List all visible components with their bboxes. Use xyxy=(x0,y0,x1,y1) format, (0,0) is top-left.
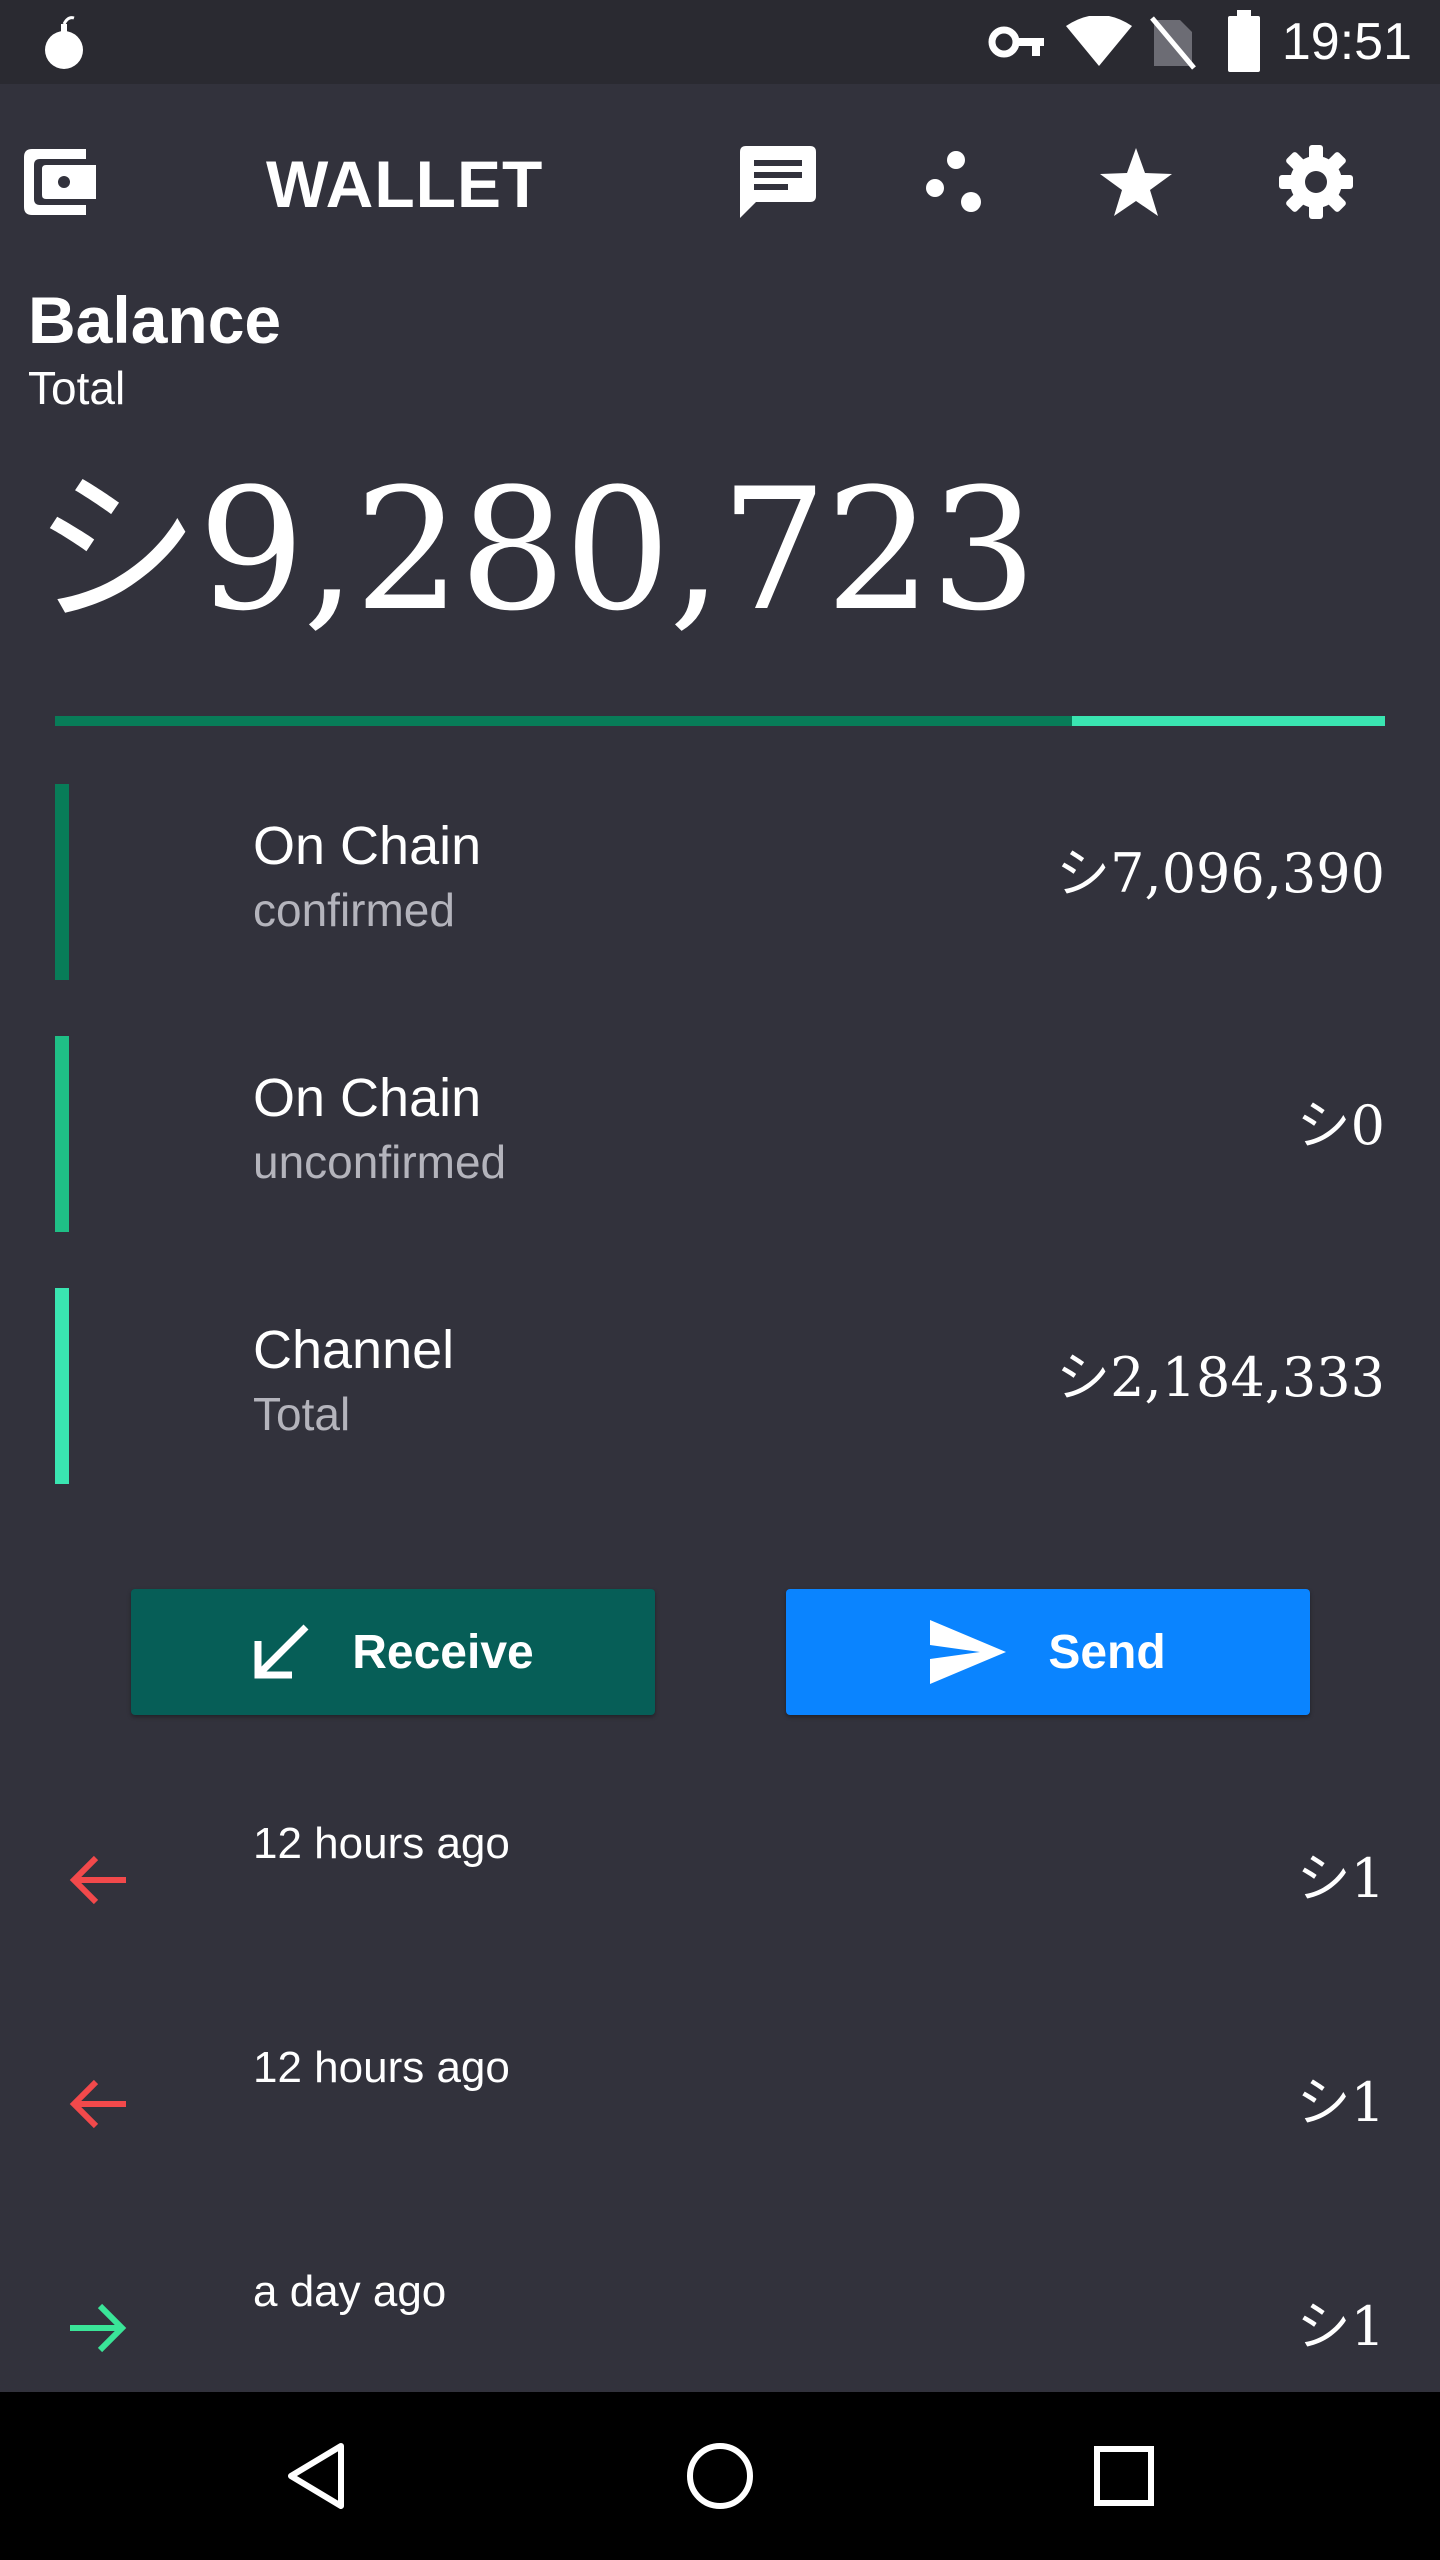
wallet-icon xyxy=(24,149,96,215)
send-label: Send xyxy=(1048,1625,1166,1679)
status-time: 19:51 xyxy=(1281,13,1412,71)
tx-direction-icon xyxy=(58,2064,138,2144)
breakdown-subtitle: Total xyxy=(253,1388,351,1440)
channels-button[interactable] xyxy=(896,122,1016,242)
transaction-row[interactable]: 12 hours ago シ1 xyxy=(0,2004,1440,2228)
star-icon xyxy=(1100,148,1172,216)
breakdown-color-bar xyxy=(55,1036,69,1232)
breakdown-value: シ0 xyxy=(1296,1094,1385,1157)
bomb-notification-icon xyxy=(45,16,83,69)
vpn-key-icon xyxy=(988,26,1044,58)
breakdown-color-bar xyxy=(55,1288,69,1484)
breakdown-subtitle: confirmed xyxy=(253,884,455,936)
breakdown-color-bar xyxy=(55,784,69,980)
breakdown-row-on-chain-unconfirmed: On Chain unconfirmed シ0 xyxy=(55,1036,1385,1232)
receive-button[interactable]: Receive xyxy=(131,1589,655,1715)
home-icon xyxy=(687,2443,753,2509)
arrow-left-icon xyxy=(69,2079,126,2129)
nav-home-button[interactable] xyxy=(660,2416,780,2536)
wifi-icon xyxy=(1066,16,1132,66)
breakdown-value: シ7,096,390 xyxy=(1056,842,1385,905)
breakdown-subtitle: unconfirmed xyxy=(253,1136,507,1188)
tx-time: 12 hours ago xyxy=(253,1819,510,1868)
arrow-left-icon xyxy=(69,1855,126,1905)
page-title: WALLET xyxy=(266,147,544,221)
tx-amount: シ1 xyxy=(1296,1847,1385,1910)
send-button[interactable]: Send xyxy=(786,1589,1310,1715)
chat-button[interactable] xyxy=(718,122,838,242)
nav-recents-button[interactable] xyxy=(1064,2416,1184,2536)
arrow-down-left-icon xyxy=(254,1624,309,1679)
balance-progress-bar xyxy=(55,716,1385,726)
channels-icon xyxy=(926,151,981,212)
system-nav-bar xyxy=(0,2392,1440,2560)
tx-amount: シ1 xyxy=(1296,2071,1385,2134)
app-bar: WALLET xyxy=(0,84,1440,280)
tx-direction-icon xyxy=(58,2288,138,2368)
breakdown-row-channel-total: Channel Total シ2,184,333 xyxy=(55,1288,1385,1484)
favorites-button[interactable] xyxy=(1076,122,1196,242)
tx-amount: シ1 xyxy=(1296,2295,1385,2358)
wallet-menu-button[interactable] xyxy=(0,122,120,242)
chat-icon xyxy=(740,146,816,218)
arrow-right-icon xyxy=(70,2303,127,2353)
breakdown-title: Channel xyxy=(253,1320,455,1380)
progress-fill-on-chain xyxy=(55,716,1073,726)
breakdown-row-on-chain-confirmed: On Chain confirmed シ7,096,390 xyxy=(55,784,1385,980)
back-icon xyxy=(288,2443,344,2509)
receive-label: Receive xyxy=(352,1625,534,1679)
status-bar: 19:51 xyxy=(0,0,1440,84)
balance-subheading: Total xyxy=(28,362,126,414)
tx-direction-icon xyxy=(58,1840,138,1920)
transaction-row[interactable]: 12 hours ago シ1 xyxy=(0,1780,1440,2004)
send-icon xyxy=(930,1620,1007,1684)
tx-time: a day ago xyxy=(253,2267,447,2316)
balance-amount: シ9,280,723 xyxy=(32,452,1037,648)
settings-icon xyxy=(1279,145,1353,219)
breakdown-value: シ2,184,333 xyxy=(1056,1346,1385,1409)
nav-back-button[interactable] xyxy=(256,2416,376,2536)
tx-time: 12 hours ago xyxy=(253,2043,510,2092)
breakdown-title: On Chain xyxy=(253,1068,482,1128)
balance-heading: Balance xyxy=(28,283,282,357)
recents-icon xyxy=(1094,2446,1154,2506)
breakdown-title: On Chain xyxy=(253,816,482,876)
settings-button[interactable] xyxy=(1256,122,1376,242)
no-sim-icon xyxy=(1150,16,1196,70)
battery-icon xyxy=(1228,10,1260,72)
